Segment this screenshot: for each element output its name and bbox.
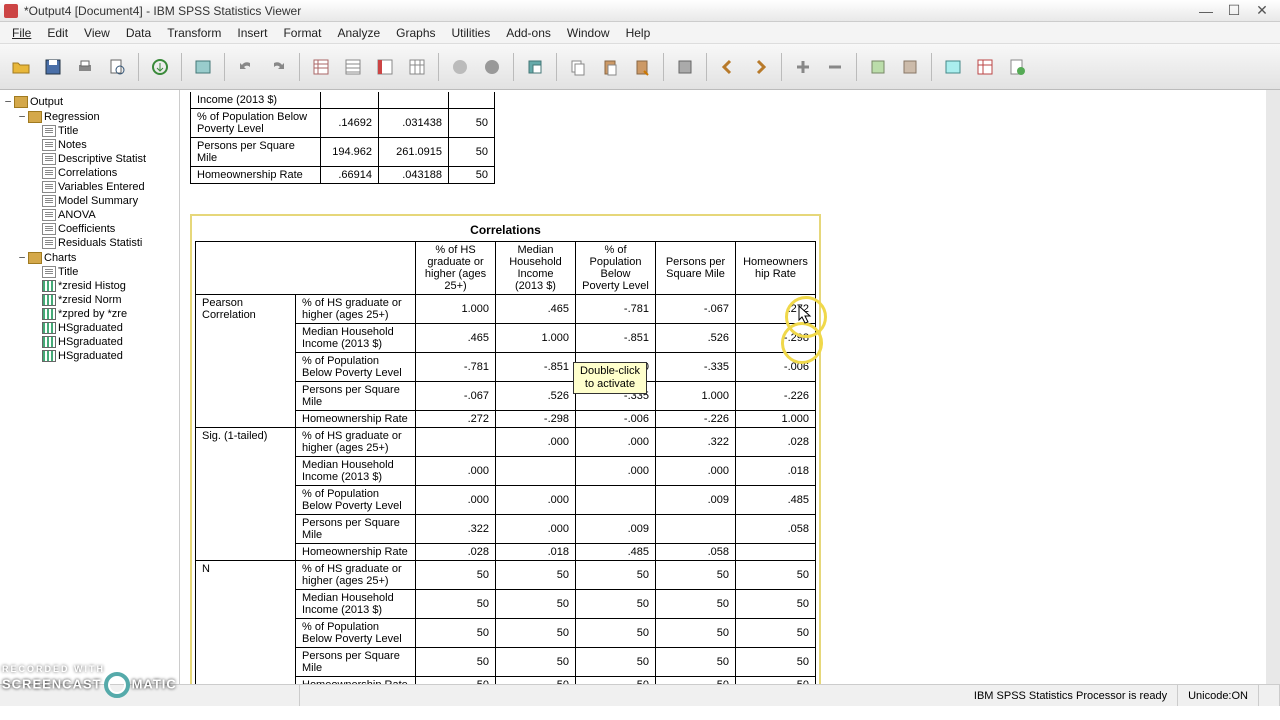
- print-preview-button[interactable]: [102, 52, 132, 82]
- insert-table-button[interactable]: [402, 52, 432, 82]
- close-button[interactable]: ✕: [1248, 2, 1276, 20]
- tree-item[interactable]: HSgraduated: [2, 321, 177, 335]
- tree-item[interactable]: Title: [2, 265, 177, 279]
- menu-addons[interactable]: Add-ons: [498, 24, 559, 42]
- nav-forward-button[interactable]: [745, 52, 775, 82]
- menu-window[interactable]: Window: [559, 24, 618, 42]
- status-processor: IBM SPSS Statistics Processor is ready: [964, 685, 1178, 706]
- copy-button[interactable]: [563, 52, 593, 82]
- minimize-button[interactable]: —: [1192, 2, 1220, 20]
- designate-window-button[interactable]: [670, 52, 700, 82]
- workspace: −Output −Regression Title Notes Descript…: [0, 90, 1280, 684]
- variables-button[interactable]: [370, 52, 400, 82]
- tree-item[interactable]: ANOVA: [2, 208, 177, 222]
- menu-edit[interactable]: Edit: [39, 24, 76, 42]
- tree-item[interactable]: HSgraduated: [2, 349, 177, 363]
- paste-button[interactable]: [595, 52, 625, 82]
- nav-back-button[interactable]: [713, 52, 743, 82]
- goto-case-button[interactable]: [338, 52, 368, 82]
- toolbar: [0, 44, 1280, 90]
- menu-graphs[interactable]: Graphs: [388, 24, 443, 42]
- window-titlebar: *Output4 [Document4] - IBM SPSS Statisti…: [0, 0, 1280, 22]
- tree-collapse-button[interactable]: [863, 52, 893, 82]
- tree-item[interactable]: Coefficients: [2, 222, 177, 236]
- undo-button[interactable]: [231, 52, 261, 82]
- save-button[interactable]: [38, 52, 68, 82]
- tree-item[interactable]: Title: [2, 124, 177, 138]
- menubar: File Edit View Data Transform Insert For…: [0, 22, 1280, 44]
- menu-format[interactable]: Format: [275, 24, 329, 42]
- menu-help[interactable]: Help: [618, 24, 659, 42]
- vertical-scrollbar[interactable]: [1266, 90, 1280, 684]
- syntax-button[interactable]: [938, 52, 968, 82]
- paste-special-button[interactable]: [627, 52, 657, 82]
- tree-charts[interactable]: −Charts: [2, 250, 177, 265]
- open-button[interactable]: [6, 52, 36, 82]
- menu-utilities[interactable]: Utilities: [444, 24, 499, 42]
- menu-data[interactable]: Data: [118, 24, 159, 42]
- tree-item[interactable]: HSgraduated: [2, 335, 177, 349]
- menu-file[interactable]: File: [4, 24, 39, 42]
- menu-view[interactable]: View: [76, 24, 118, 42]
- recall-dialog-button[interactable]: [188, 52, 218, 82]
- new-syntax-button[interactable]: [1002, 52, 1032, 82]
- app-icon: [4, 4, 18, 18]
- output-content[interactable]: Income (2013 $) % of Population Below Po…: [180, 90, 1280, 684]
- goto-data-button[interactable]: [306, 52, 336, 82]
- tree-item[interactable]: Model Summary: [2, 194, 177, 208]
- recorder-watermark: RECORDED WITH SCREENCASTMATIC: [2, 664, 177, 698]
- tree-regression[interactable]: −Regression: [2, 109, 177, 124]
- redo-button[interactable]: [263, 52, 293, 82]
- activate-tooltip: Double-click to activate: [573, 362, 647, 394]
- menu-insert[interactable]: Insert: [229, 24, 275, 42]
- show-hide-button[interactable]: [520, 52, 550, 82]
- maximize-button[interactable]: ☐: [1220, 2, 1248, 20]
- correlations-title: Correlations: [195, 219, 816, 241]
- tree-item[interactable]: *zresid Histog: [2, 279, 177, 293]
- tree-item[interactable]: *zresid Norm: [2, 293, 177, 307]
- descriptives-fragment[interactable]: Income (2013 $) % of Population Below Po…: [190, 92, 495, 184]
- statusbar: IBM SPSS Statistics Processor is ready U…: [0, 684, 1280, 706]
- tree-item[interactable]: Notes: [2, 138, 177, 152]
- tree-item[interactable]: Residuals Statisti: [2, 236, 177, 250]
- menu-analyze[interactable]: Analyze: [329, 24, 388, 42]
- select-button[interactable]: [445, 52, 475, 82]
- tree-item[interactable]: *zpred by *zre: [2, 307, 177, 321]
- status-unicode: Unicode:ON: [1178, 685, 1259, 706]
- window-title: *Output4 [Document4] - IBM SPSS Statisti…: [24, 4, 1192, 18]
- outline-tree[interactable]: −Output −Regression Title Notes Descript…: [0, 90, 180, 684]
- export-button[interactable]: [145, 52, 175, 82]
- zoom-out-button[interactable]: [820, 52, 850, 82]
- correlations-table[interactable]: % of HS graduate or higher (ages 25+)Med…: [195, 241, 816, 684]
- new-data-button[interactable]: [970, 52, 1000, 82]
- tree-item[interactable]: Correlations: [2, 166, 177, 180]
- tree-output[interactable]: −Output: [2, 94, 177, 109]
- menu-transform[interactable]: Transform: [159, 24, 229, 42]
- zoom-in-button[interactable]: [788, 52, 818, 82]
- tree-expand-button[interactable]: [895, 52, 925, 82]
- tree-item[interactable]: Descriptive Statist: [2, 152, 177, 166]
- correlations-table-wrapper[interactable]: Correlations % of HS graduate or higher …: [190, 214, 821, 684]
- print-button[interactable]: [70, 52, 100, 82]
- tree-item[interactable]: Variables Entered: [2, 180, 177, 194]
- select-last-button[interactable]: [477, 52, 507, 82]
